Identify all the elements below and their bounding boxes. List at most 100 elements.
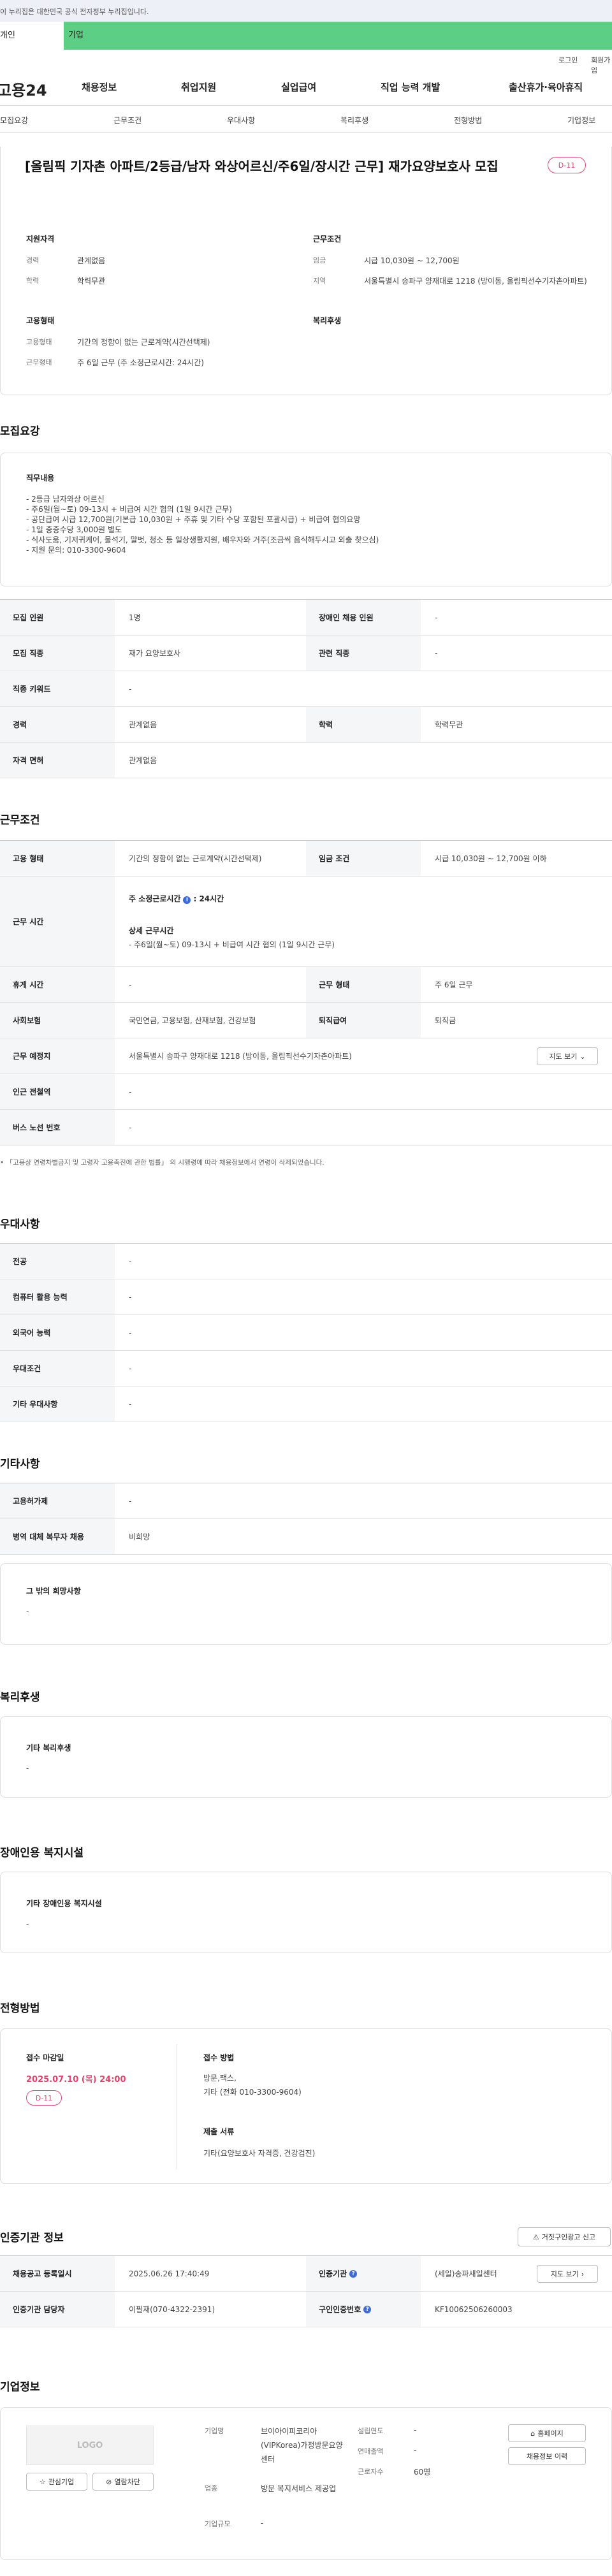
info-icon[interactable]: i xyxy=(183,896,191,904)
block-company-button[interactable]: ⊘ 열람차단 xyxy=(92,2473,154,2491)
row-key: 모집 인원 xyxy=(0,600,115,635)
disabled-card: 기타 장애인용 복지시설 - xyxy=(0,1872,612,1953)
row-value: 학력무관 xyxy=(435,720,463,729)
row-value: 2025.06.26 17:40:49 xyxy=(129,2269,210,2278)
row-value: - xyxy=(129,1087,132,1096)
disabled-value: - xyxy=(26,1919,29,1928)
etc-table: 고용허가제 - 병역 대체 복무자 채용 비희망 xyxy=(0,1483,612,1555)
deadline-value: 2025.07.10 (목) 24:00 xyxy=(26,2075,126,2085)
table-row: 고용허가제 - xyxy=(0,1483,612,1519)
job-title: [올림픽 기자촌 아파트/2등급/남자 와상어르신/주6일/장시간 근무] 재가… xyxy=(25,159,499,174)
emp-count-value: 60명 xyxy=(414,2468,431,2477)
disabled-label: 기타 장애인용 복지시설 xyxy=(26,1899,102,1908)
table-row: 사회보험 국민연금, 고용보험, 산재보험, 건강보험 퇴직급여 퇴직금 xyxy=(0,1003,612,1038)
row-key: 인증기관 담당자 xyxy=(0,2292,115,2327)
worktype-key: 근무형태 xyxy=(26,358,52,367)
biz-value: 방문 복지서비스 제공업 xyxy=(261,2484,337,2493)
homepage-label: 홈페이지 xyxy=(537,2429,564,2438)
hope-value: - xyxy=(26,1607,29,1616)
anchor-screening[interactable]: 전형방법 xyxy=(454,115,482,126)
gnb-item-parental-leave[interactable]: 출산휴가·육아휴직 xyxy=(509,80,583,94)
table-row: 전공 - xyxy=(0,1244,612,1279)
row-key: 우대조건 xyxy=(0,1351,115,1386)
gov-banner-text: 이 누리집은 대한민국 공식 전자정부 누리집입니다. xyxy=(0,8,149,16)
table-row: 채용공고 등록일시 2025.06.26 17:40:49 인증기관? (세일)… xyxy=(0,2256,612,2292)
gnb-item-unemployment[interactable]: 실업급여 xyxy=(281,80,316,94)
emp-count-key: 근로자수 xyxy=(358,2468,384,2476)
company-card: LOGO ☆ 관심기업 ⊘ 열람차단 기업명 브이아이피코리아(VIPKorea)가… xyxy=(0,2407,612,2560)
job-summary-card: [올림픽 기자촌 아파트/2등급/남자 와상어르신/주6일/장시간 근무] 재가… xyxy=(0,147,612,395)
table-row: 컴퓨터 활용 능력 - xyxy=(0,1279,612,1315)
map-button[interactable]: 지도 보기 ⌄ xyxy=(537,1047,598,1065)
row-key: 학력 xyxy=(306,707,421,742)
job-history-button[interactable]: 채용정보 이력 xyxy=(508,2447,586,2465)
disabled-heading: 장애인용 복지시설 xyxy=(0,1847,84,1859)
tab-personal[interactable]: 개인 xyxy=(0,22,64,50)
career-value: 관계없음 xyxy=(77,256,106,265)
block-company-label: 열람차단 xyxy=(114,2478,140,2486)
row-value: 기간의 정함이 없는 근로계약(시간선택제) xyxy=(129,854,262,863)
homepage-button[interactable]: ⌂ 홈페이지 xyxy=(508,2424,586,2442)
anchor-recruit[interactable]: 모집요강 xyxy=(0,115,28,126)
row-value: KF10062506260003 xyxy=(435,2304,513,2314)
row-key: 기타 우대사항 xyxy=(0,1386,115,1422)
table-row: 근무 시간 주 소정근로시간 i: 24시간 상세 근무시간 - 주6일(월~토)… xyxy=(0,877,612,967)
row-key: 채용공고 등록일시 xyxy=(0,2256,115,2291)
site-logo[interactable]: 고용24 xyxy=(0,78,47,100)
prefer-heading: 우대사항 xyxy=(0,1218,40,1231)
row-key: 근무 형태 xyxy=(306,967,421,1002)
gnb-item-employment-support[interactable]: 취업지원 xyxy=(181,80,216,94)
login-link[interactable]: 로그인 xyxy=(558,55,578,65)
row-key: 모집 직종 xyxy=(0,636,115,671)
emptype-key: 고용형태 xyxy=(26,338,52,346)
wage-key: 임금 xyxy=(313,256,326,265)
row-key: 근무 시간 xyxy=(0,877,115,966)
welfare-card: 기타 복리후생 - xyxy=(0,1716,612,1798)
row-key: 고용허가제 xyxy=(0,1483,115,1518)
sales-value: - xyxy=(414,2446,417,2455)
table-row: 고용 형태 기간의 정함이 없는 근로계약(시간선택제) 임금 조건 시급 10… xyxy=(0,841,612,877)
info-icon[interactable]: ? xyxy=(363,2305,372,2313)
row-key: 버스 노선 번호 xyxy=(0,1110,115,1145)
fav-company-button[interactable]: ☆ 관심기업 xyxy=(26,2473,87,2491)
wage-value: 시급 10,030원 ~ 12,700원 xyxy=(364,256,460,265)
edu-value: 학력무관 xyxy=(77,277,106,286)
gnb-item-training[interactable]: 직업 능력 개발 xyxy=(381,80,440,94)
row-key: 장애인 채용 인원 xyxy=(306,600,421,635)
anchor-company[interactable]: 기업정보 xyxy=(567,115,595,126)
row-value: - xyxy=(129,1292,132,1302)
row-key: 직종 키워드 xyxy=(0,671,115,706)
row-key: 임금 조건 xyxy=(306,841,421,876)
row-value: - xyxy=(129,1328,132,1337)
bullet-icon: • xyxy=(0,1159,6,1167)
gnb-item-jobs[interactable]: 채용정보 xyxy=(82,80,117,94)
utility-bar: 로그인 회원가입 xyxy=(0,55,612,75)
info-icon[interactable]: ? xyxy=(349,2269,358,2278)
tab-company[interactable]: 기업 xyxy=(66,22,84,50)
row-key: 휴게 시간 xyxy=(0,967,115,1002)
row-key: 자격 면허 xyxy=(0,743,115,778)
size-key: 기업규모 xyxy=(205,2520,231,2528)
age-note-text: 「고용상 연령차별금지 및 고령자 고용촉진에 관한 법률」 의 시행령에 따라… xyxy=(6,1159,324,1167)
emptype-value: 기간의 정함이 없는 근로계약(시간선택제) xyxy=(77,338,210,347)
row-value: - xyxy=(129,1399,132,1409)
table-row: 모집 직종 재가 요양보호사 관련 직종 - xyxy=(0,636,612,671)
area-key: 지역 xyxy=(313,277,326,285)
table-row: 인근 전철역 - xyxy=(0,1074,612,1110)
row-key: 컴퓨터 활용 능력 xyxy=(0,1279,115,1314)
anchor-conditions[interactable]: 근무조건 xyxy=(113,115,142,126)
row-key: 인증기관? xyxy=(306,2256,421,2291)
row-value: - xyxy=(129,1123,132,1132)
user-type-tabs: 개인 기업 xyxy=(0,22,612,50)
biz-key: 업종 xyxy=(205,2484,218,2492)
row-value: 서울특별시 송파구 양재대로 1218 (방이동, 올림픽선수기자촌아파트) xyxy=(129,1052,352,1061)
report-button[interactable]: ⚠ 거짓구인광고 신고 xyxy=(518,2227,611,2246)
anchor-prefer[interactable]: 우대사항 xyxy=(227,115,255,126)
auth-map-button[interactable]: 지도 보기 › xyxy=(537,2265,598,2283)
worktype-value: 주 6일 근무 (주 소정근로시간: 24시간) xyxy=(77,358,204,367)
org-key-label: 인증기관 xyxy=(319,2269,347,2278)
welfare-value: - xyxy=(26,1764,29,1773)
time-main-label: 주 소정근로시간 xyxy=(129,894,181,903)
time-main: 주 소정근로시간 i: 24시간 xyxy=(129,893,224,904)
anchor-welfare[interactable]: 복리후생 xyxy=(340,115,368,126)
